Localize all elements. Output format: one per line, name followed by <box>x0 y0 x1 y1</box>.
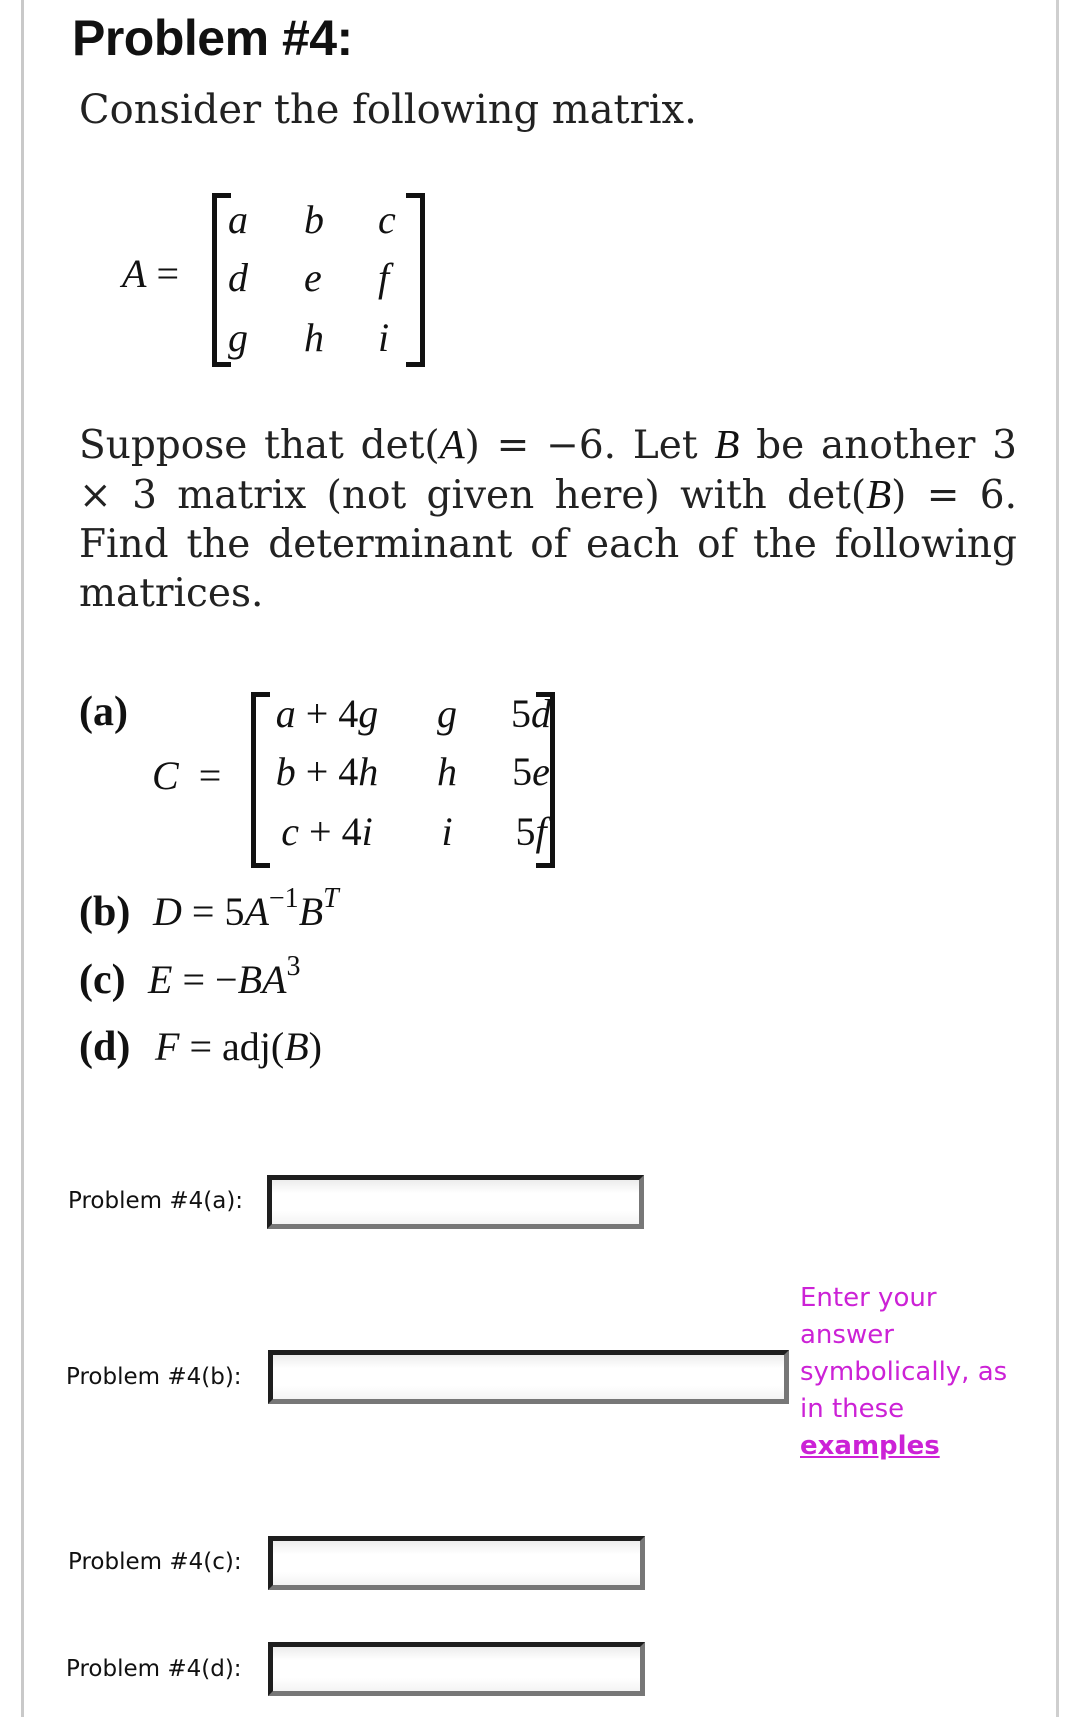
part-c-label: (c) <box>79 957 126 1003</box>
answer-hint: Enter your answer symbolically, as in th… <box>800 1280 1030 1465</box>
matrix-c-symbol: e <box>532 749 550 794</box>
part-d-expression: F = adj(B) <box>155 1023 322 1071</box>
matrix-a-cell: b <box>304 197 324 242</box>
matrix-c-name: C <box>152 753 179 798</box>
var-b: B <box>284 1024 309 1069</box>
answer-input-b[interactable] <box>268 1350 789 1404</box>
page-border-right <box>1056 0 1059 1717</box>
matrix-c-symbol: g <box>437 691 457 736</box>
matrix-c-cell: c + 4i <box>262 808 392 856</box>
answer-label-a: Problem #4(a): <box>68 1188 244 1214</box>
matrix-a-cell: d <box>228 255 248 300</box>
answer-label-b: Problem #4(b): <box>66 1364 242 1390</box>
matrix-c-symbol: h <box>437 749 457 794</box>
examples-link[interactable]: examples <box>800 1431 940 1461</box>
part-a-label: (a) <box>79 689 128 735</box>
equals-sign: = <box>156 251 179 296</box>
expr-text: ) <box>308 1024 322 1069</box>
matrix-c-symbol: 5 <box>511 691 531 736</box>
var-b: B <box>866 471 892 517</box>
statement-text: ) = −6. Let <box>464 423 715 468</box>
var-b: B <box>298 889 324 934</box>
matrix-c-symbol: h <box>358 749 379 794</box>
matrix-c-symbol: a <box>275 691 296 736</box>
matrix-a-cell: a <box>228 197 248 242</box>
matrix-c-symbol <box>328 691 338 736</box>
matrix-c-symbol: 5 <box>515 809 536 854</box>
matrix-c-symbol: + <box>309 809 332 854</box>
expr-text: = − <box>172 957 238 1002</box>
matrix-c-cell: i <box>432 808 462 856</box>
hint-text: Enter your answer symbolically, as in th… <box>800 1283 1008 1424</box>
var-b: B <box>714 421 740 467</box>
matrix-c-cell: g <box>432 690 462 738</box>
matrix-c-symbol: d <box>531 691 551 736</box>
matrix-c-cell: 5f <box>506 808 556 856</box>
matrix-c-symbol: + <box>305 749 329 794</box>
matrix-c-symbol <box>332 809 342 854</box>
matrix-c-symbol: + <box>305 691 329 736</box>
expr-text: = 5 <box>181 889 245 934</box>
matrix-c-symbol: 4 <box>338 691 359 736</box>
matrix-c-symbol: i <box>361 809 373 854</box>
matrix-a-cell: i <box>378 315 390 360</box>
matrix-c-symbol <box>328 749 338 794</box>
var-a: A <box>244 889 269 934</box>
var-a: A <box>439 421 465 467</box>
answer-input-d[interactable] <box>268 1642 645 1696</box>
problem-title: Problem #4: <box>72 10 353 66</box>
expr-text: = adj( <box>179 1024 285 1069</box>
exponent: 3 <box>286 951 301 982</box>
matrix-a-right-bracket <box>406 193 425 367</box>
page-border-left <box>21 0 24 1717</box>
matrix-c-symbol: g <box>358 691 379 736</box>
product-ba: BA <box>237 957 287 1002</box>
problem-intro: Consider the following matrix. <box>79 87 697 133</box>
matrix-c-cell: h <box>432 748 462 796</box>
transpose-exponent: T <box>323 883 339 914</box>
answer-label-d: Problem #4(d): <box>66 1656 242 1682</box>
matrix-c-cell: 5d <box>506 690 556 738</box>
matrix-c-cell: a + 4g <box>262 690 392 738</box>
matrix-c-symbol <box>299 809 309 854</box>
equals-sign: = <box>198 753 222 798</box>
answer-input-a[interactable] <box>267 1175 644 1229</box>
matrix-a-cell: e <box>304 255 322 300</box>
part-b-expression: D = 5A−1BT <box>153 885 339 936</box>
matrix-c-symbol: f <box>535 809 547 854</box>
answer-input-c[interactable] <box>268 1536 645 1590</box>
matrix-a-cell: g <box>228 315 248 360</box>
matrix-c-symbol: 5 <box>512 749 533 794</box>
matrix-a-cell: c <box>378 197 396 242</box>
matrix-c-cell: b + 4h <box>262 748 392 796</box>
problem-statement: Suppose that det(A) = −6. Let B be anoth… <box>79 420 1017 618</box>
matrix-c-label: C = <box>152 752 221 800</box>
exponent: −1 <box>268 883 299 914</box>
matrix-c-symbol: b <box>275 749 296 794</box>
answer-label-c: Problem #4(c): <box>68 1549 242 1575</box>
matrix-c-symbol: i <box>441 809 453 854</box>
matrix-a-label: A = <box>122 250 179 298</box>
matrix-c-cell: 5e <box>506 748 556 796</box>
part-c-expression: E = −BA3 <box>148 953 300 1004</box>
part-d-label: (d) <box>79 1024 131 1070</box>
matrix-a-name: A <box>122 251 147 296</box>
matrix-a-cell: h <box>304 315 324 360</box>
matrix-c-symbol: c <box>281 809 300 854</box>
var-d: D <box>153 889 182 934</box>
matrix-a-cell: f <box>378 255 390 300</box>
statement-text: Suppose that det( <box>79 423 440 468</box>
matrix-c-symbol: 4 <box>338 749 359 794</box>
matrix-c-symbol <box>296 749 306 794</box>
var-f: F <box>155 1024 180 1069</box>
var-e: E <box>148 957 173 1002</box>
matrix-c-symbol <box>296 691 306 736</box>
matrix-c-symbol: 4 <box>341 809 362 854</box>
part-b-label: (b) <box>79 889 131 935</box>
